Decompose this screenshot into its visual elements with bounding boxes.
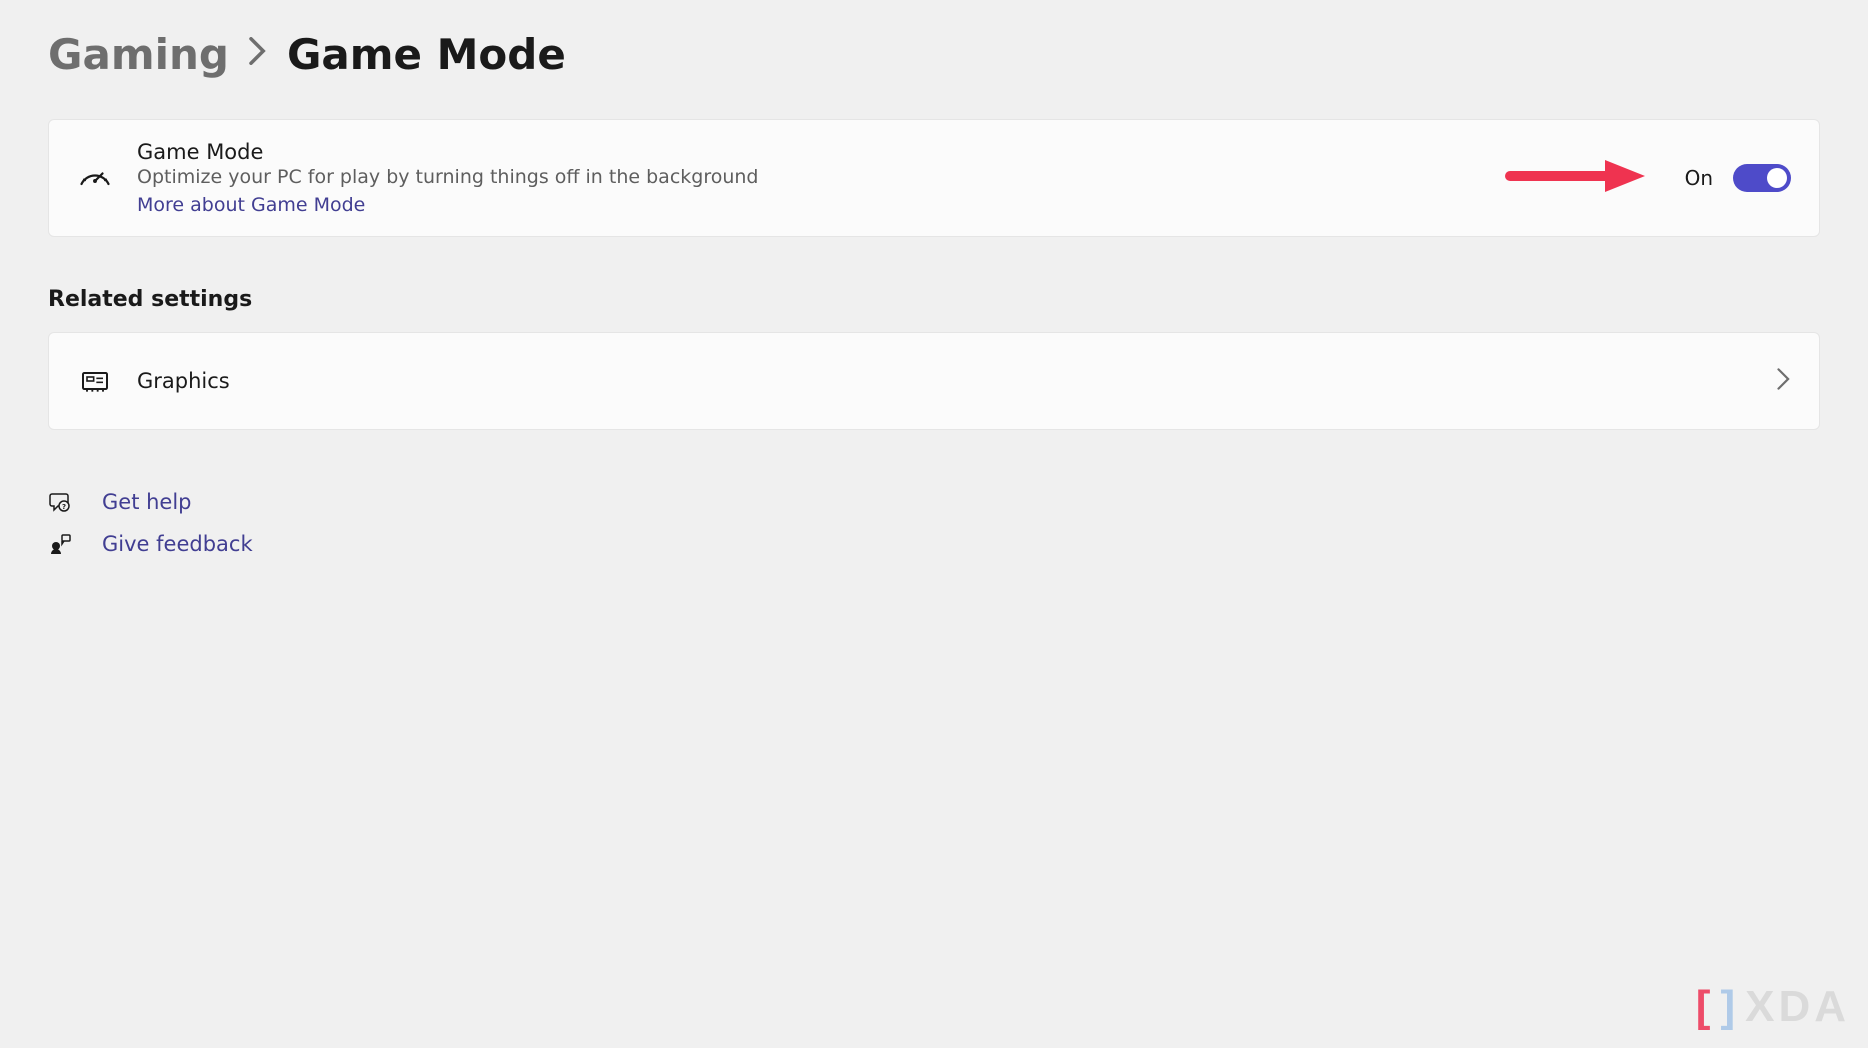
chevron-right-icon	[1777, 368, 1791, 394]
related-settings-heading: Related settings	[48, 287, 1820, 312]
game-mode-title: Game Mode	[137, 140, 1505, 164]
breadcrumb-current: Game Mode	[287, 30, 566, 79]
svg-text:?: ?	[62, 503, 66, 511]
graphics-title: Graphics	[137, 369, 1777, 393]
chevron-right-icon	[249, 37, 267, 72]
game-mode-card: Game Mode Optimize your PC for play by t…	[48, 119, 1820, 237]
get-help-text: Get help	[102, 490, 192, 514]
give-feedback-text: Give feedback	[102, 532, 253, 556]
xda-watermark: [] XDA	[1696, 982, 1850, 1032]
graphics-link-card[interactable]: Graphics	[48, 332, 1820, 430]
game-mode-link[interactable]: More about Game Mode	[137, 194, 1505, 216]
breadcrumb-parent[interactable]: Gaming	[48, 30, 229, 79]
graphics-icon	[77, 363, 113, 399]
give-feedback-link[interactable]: Give feedback	[48, 532, 1820, 556]
toggle-state-label: On	[1685, 166, 1713, 190]
game-mode-toggle[interactable]	[1733, 164, 1791, 192]
toggle-knob	[1767, 168, 1787, 188]
feedback-icon	[48, 532, 72, 556]
get-help-link[interactable]: ? Get help	[48, 490, 1820, 514]
breadcrumb: Gaming Game Mode	[48, 30, 1820, 79]
annotation-arrow-icon	[1505, 156, 1645, 200]
help-chat-icon: ?	[48, 490, 72, 514]
game-mode-description: Optimize your PC for play by turning thi…	[137, 166, 1505, 188]
speedometer-icon	[77, 160, 113, 196]
